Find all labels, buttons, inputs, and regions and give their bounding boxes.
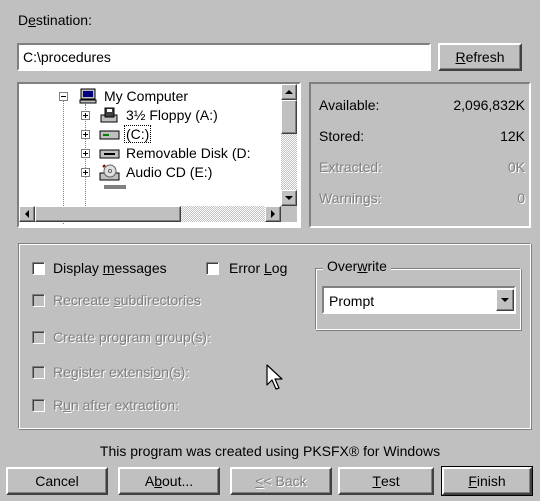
stored-label: Stored: bbox=[319, 128, 365, 144]
available-label: Available: bbox=[319, 97, 380, 113]
display-messages-label[interactable]: Display messages bbox=[53, 260, 167, 276]
mouse-cursor-icon bbox=[266, 364, 286, 392]
tree-horizontal-scrollbar[interactable] bbox=[19, 206, 281, 222]
warnings-value: 0 bbox=[517, 190, 525, 206]
recreate-subdirectories-label: Recreate subdirectories bbox=[53, 292, 201, 308]
computer-icon bbox=[79, 88, 99, 104]
overwrite-selected-value: Prompt bbox=[329, 293, 375, 309]
scroll-up-button[interactable] bbox=[281, 84, 297, 100]
display-messages-checkbox[interactable] bbox=[32, 262, 45, 275]
recreate-subdirectories-checkbox[interactable] bbox=[32, 294, 45, 307]
arrow-right-icon bbox=[271, 210, 275, 218]
horizontal-scroll-thumb[interactable] bbox=[35, 206, 181, 222]
pksfx-credit: This program was created using PKSFX® fo… bbox=[99, 443, 441, 459]
test-button[interactable]: Test bbox=[338, 467, 434, 495]
collapse-icon[interactable] bbox=[59, 92, 68, 101]
expand-icon[interactable] bbox=[81, 168, 90, 177]
overwrite-select[interactable]: Prompt bbox=[322, 286, 516, 314]
overwrite-dropdown-button[interactable] bbox=[496, 289, 514, 311]
hard-drive-icon bbox=[99, 128, 121, 142]
expand-icon[interactable] bbox=[81, 130, 90, 139]
overwrite-label: Overwrite bbox=[323, 258, 391, 274]
finish-button[interactable]: Finish bbox=[441, 466, 533, 496]
destination-input-value: C:\procedures bbox=[23, 49, 111, 65]
partial-tree-item bbox=[104, 185, 126, 189]
expand-icon[interactable] bbox=[81, 111, 90, 120]
extracted-value: 0K bbox=[507, 159, 525, 175]
scroll-left-button[interactable] bbox=[19, 206, 35, 222]
chevron-down-icon bbox=[501, 298, 509, 302]
removable-disk-icon bbox=[99, 147, 121, 161]
back-button[interactable]: < < Back bbox=[230, 467, 332, 495]
scroll-down-button[interactable] bbox=[281, 190, 297, 206]
vertical-scroll-thumb[interactable] bbox=[281, 100, 297, 134]
available-value: 2,096,832K bbox=[453, 97, 525, 113]
directory-tree[interactable]: My Computer 3½ Floppy (A:) (C:) Removabl… bbox=[17, 82, 301, 228]
register-extensions-label: Register extension(s): bbox=[53, 364, 190, 380]
run-after-extraction-label: Run after extraction: bbox=[53, 397, 180, 413]
create-program-group-label: Create program group(s): bbox=[53, 329, 211, 345]
warnings-label: Warnings: bbox=[319, 190, 382, 206]
scroll-right-button[interactable] bbox=[265, 206, 281, 222]
create-program-group-checkbox[interactable] bbox=[32, 331, 45, 344]
refresh-button[interactable]: Refresh bbox=[438, 43, 522, 71]
destination-input[interactable]: C:\procedures bbox=[17, 43, 431, 71]
register-extensions-checkbox[interactable] bbox=[32, 366, 45, 379]
destination-label: Destination: bbox=[18, 12, 92, 28]
error-log-checkbox[interactable] bbox=[206, 262, 219, 275]
floppy-drive-icon bbox=[99, 107, 119, 123]
arrow-up-icon bbox=[285, 90, 293, 94]
cd-drive-icon bbox=[99, 164, 121, 182]
scrollbar-corner bbox=[281, 206, 297, 222]
run-after-extraction-checkbox[interactable] bbox=[32, 399, 45, 412]
arrow-down-icon bbox=[285, 196, 293, 200]
stats-panel: Available: 2,096,832K Stored: 12K Extrac… bbox=[309, 82, 531, 228]
arrow-left-icon bbox=[25, 210, 29, 218]
extracted-label: Extracted: bbox=[319, 159, 383, 175]
stored-value: 12K bbox=[500, 128, 525, 144]
expand-icon[interactable] bbox=[81, 149, 90, 158]
error-log-label[interactable]: Error Log bbox=[229, 260, 287, 276]
tree-vertical-scrollbar[interactable] bbox=[281, 84, 297, 206]
cancel-button[interactable]: Cancel bbox=[6, 467, 108, 495]
about-button[interactable]: Ab out... bbox=[118, 467, 220, 495]
